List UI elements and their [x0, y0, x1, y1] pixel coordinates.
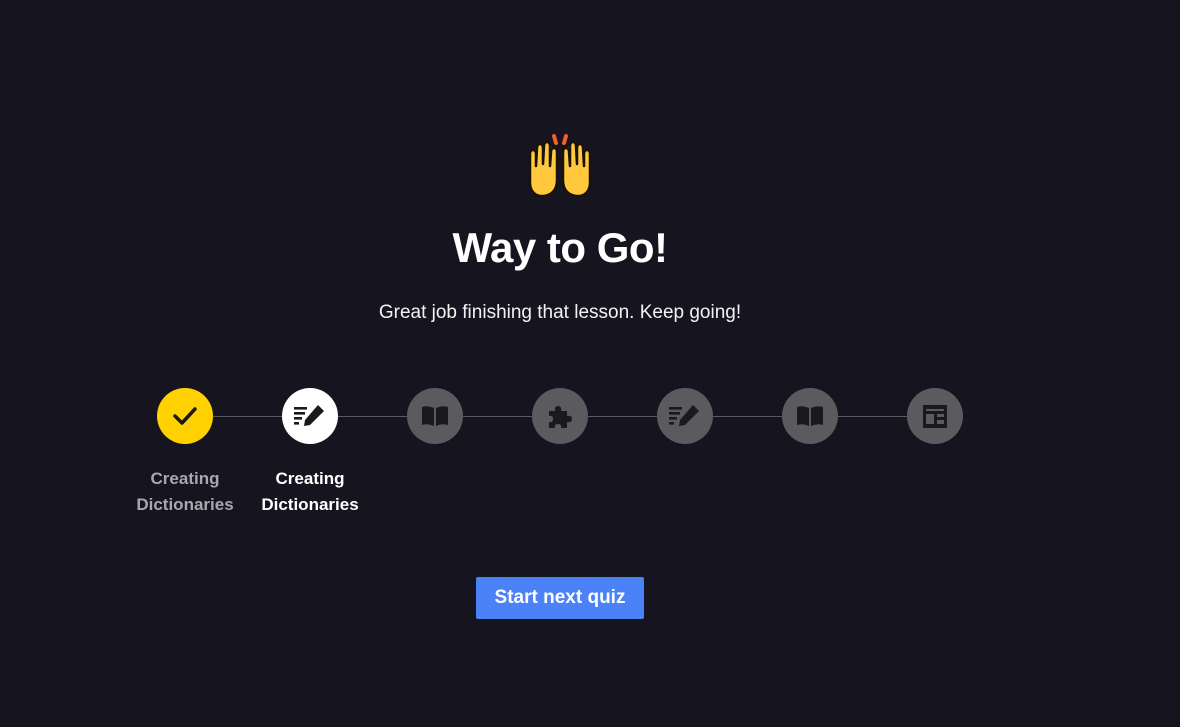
step-4-locked[interactable]	[532, 388, 588, 444]
page-subtitle: Great job finishing that lesson. Keep go…	[378, 302, 742, 323]
step-2-label: Creating Dictionaries	[261, 469, 359, 514]
puzzle-piece-icon	[549, 406, 572, 428]
raising-hands-icon	[520, 130, 600, 202]
step-1-completed[interactable]	[157, 388, 213, 444]
pencil-notes-icon	[294, 405, 324, 426]
step-2-current[interactable]	[282, 388, 338, 444]
step-7-locked[interactable]	[907, 388, 963, 444]
open-book-icon	[422, 406, 448, 426]
pencil-notes-icon	[669, 405, 699, 426]
step-5-locked[interactable]	[657, 388, 713, 444]
step-6-locked[interactable]	[782, 388, 838, 444]
newspaper-icon	[923, 405, 947, 428]
step-3-locked[interactable]	[407, 388, 463, 444]
start-next-quiz-button[interactable]: Start next quiz	[476, 577, 644, 619]
step-1-label: Creating Dictionaries	[136, 469, 234, 514]
page-title: Way to Go!	[452, 224, 668, 271]
check-icon	[173, 407, 197, 425]
open-book-icon	[797, 406, 823, 426]
